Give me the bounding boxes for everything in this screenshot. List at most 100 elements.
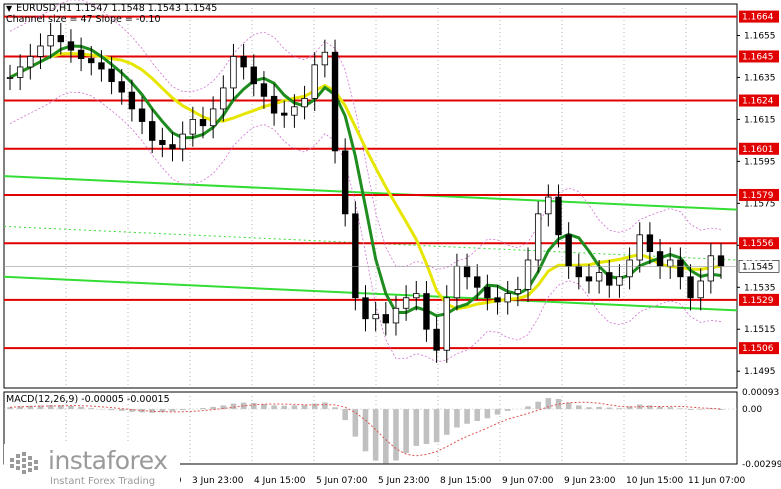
candle-body [595, 272, 603, 282]
x-tick-label: 10 Jun 15:00 [626, 476, 683, 486]
candle-body [169, 144, 176, 150]
level-label: 1.1579 [742, 191, 774, 201]
candle-body [443, 297, 450, 351]
candle-body [717, 255, 725, 267]
candle-body [138, 108, 146, 122]
candle-body [423, 293, 430, 330]
candle-body [47, 35, 54, 47]
candle-body [413, 293, 420, 299]
candle-body [514, 288, 522, 294]
symbol-title: EURUSD,H1 1.1547 1.1548 1.1543 1.1545 [16, 3, 218, 14]
candle-body [260, 83, 268, 97]
candle-body [27, 56, 34, 68]
candle-body [677, 259, 684, 278]
candle-body [128, 91, 136, 110]
x-tick-label: 3 Jun 23:00 [192, 476, 244, 486]
candle-body [524, 259, 532, 290]
candle-body [372, 314, 379, 320]
candle-body [179, 133, 186, 150]
macd-tick-label: 0.00 [742, 405, 762, 415]
candle-body [6, 77, 14, 79]
candle-body [402, 297, 410, 309]
y-tick-label: 1.1615 [744, 115, 776, 125]
level-label: 1.1645 [742, 52, 774, 62]
candle-body [463, 265, 471, 278]
candle-body [585, 276, 593, 282]
x-tick-label: 9 Jun 07:00 [502, 476, 554, 486]
x-tick-label: 8 Jun 15:00 [440, 476, 492, 486]
level-label: 1.1529 [742, 296, 774, 306]
candle-body [67, 41, 75, 51]
macd-tick-label: 0.00093 [742, 388, 779, 398]
candle-body [88, 58, 95, 64]
instaforex-logo-icon [10, 452, 38, 474]
candle-body [301, 98, 308, 108]
candle-body [616, 276, 623, 286]
candle-body [341, 150, 349, 215]
candle-body [118, 81, 125, 93]
candle-body [565, 234, 572, 267]
candle-body [331, 51, 339, 152]
candle-body [220, 87, 227, 110]
candle-body [474, 276, 481, 288]
price-chart[interactable]: 1.16551.16351.16151.15951.15751.15551.15… [0, 0, 781, 489]
candle-body [16, 66, 24, 78]
candle-body [646, 234, 654, 253]
y-tick-label: 1.1655 [744, 31, 776, 41]
x-tick-label: 11 Jun 07:00 [688, 476, 745, 486]
candle-body [494, 297, 501, 303]
candle-body [626, 259, 633, 278]
candle-body [352, 213, 359, 299]
candle-body [57, 35, 64, 43]
x-tick-label: 4 Jun 15:00 [254, 476, 306, 486]
candle-body [281, 112, 288, 116]
candle-body [230, 56, 237, 89]
candle-body [545, 196, 552, 215]
candle-body [707, 255, 715, 282]
level-label: 1.1601 [742, 145, 774, 155]
chart-header: ▼ EURUSD,H1 1.1547 1.1548 1.1543 1.1545 C… [6, 3, 217, 25]
y-tick-label: 1.1535 [744, 283, 776, 293]
main-plot-frame [3, 3, 738, 389]
candle-body [321, 51, 329, 66]
level-label: 1.1506 [742, 344, 774, 354]
dropdown-arrow-icon[interactable]: ▼ [6, 3, 12, 14]
macd-label: MACD(12,26,9) -0.00005 -0.00015 [6, 394, 170, 405]
shadow-level-label: 1.1548 [742, 253, 774, 263]
candle-body [555, 196, 562, 236]
y-tick-label: 1.1495 [744, 367, 776, 377]
watermark-tagline: Instant Forex Trading [50, 476, 156, 487]
candle-body [362, 297, 369, 320]
level-label: 1.1556 [742, 239, 774, 249]
candle-body [484, 286, 491, 299]
candle-body [392, 307, 400, 324]
candle-body [453, 265, 461, 299]
level-label: 1.1624 [742, 97, 774, 107]
watermark-brand: instaforex [48, 446, 168, 475]
x-tick-label: 5 Jun 23:00 [378, 476, 430, 486]
y-tick-label: 1.1515 [744, 325, 776, 335]
candle-body [199, 119, 207, 127]
y-tick-label: 1.1635 [744, 73, 776, 83]
candle-body [504, 293, 511, 303]
candle-body [311, 64, 318, 99]
candle-body [189, 119, 197, 135]
candle-body [606, 272, 613, 286]
candle-body [575, 265, 582, 278]
level-label: 1.1664 [742, 13, 774, 23]
candle-body [250, 66, 257, 85]
candle-body [382, 314, 390, 324]
channel-indicator-label: Channel size = 47 Slope = -0.10 [6, 14, 161, 25]
candle-body [77, 49, 85, 59]
candle-body [240, 56, 247, 68]
candle-body [656, 251, 664, 267]
candle-body [687, 276, 694, 299]
candle-body [108, 68, 115, 83]
x-tick-label: 5 Jun 07:00 [316, 476, 368, 486]
candle-body [98, 62, 105, 70]
candle-body [270, 95, 278, 114]
candle-body [636, 234, 643, 261]
candle-body [209, 108, 217, 127]
candle-body [291, 106, 298, 116]
current-price-label: 1.1545 [742, 262, 774, 272]
